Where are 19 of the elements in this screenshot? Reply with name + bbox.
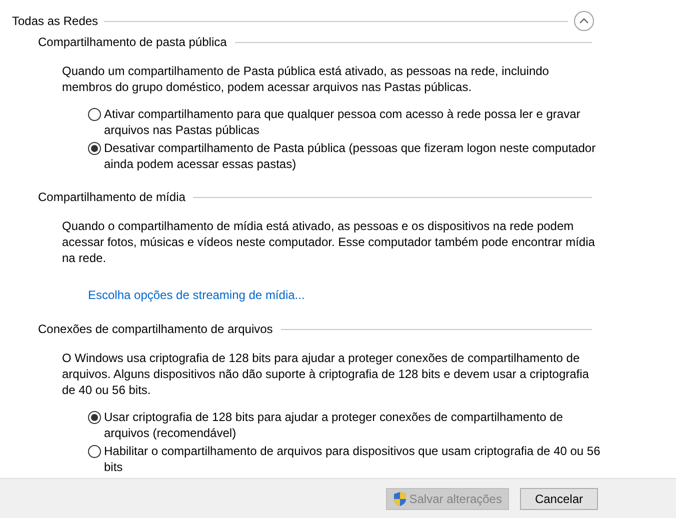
- section-heading: Compartilhamento de mídia: [38, 189, 186, 206]
- streaming-options-link[interactable]: Escolha opções de streaming de mídia...: [88, 286, 305, 304]
- group-title: Todas as Redes: [12, 13, 98, 30]
- section-heading: Compartilhamento de pasta pública: [38, 34, 227, 51]
- description-text: Quando o compartilhamento de mídia está ativado, as pessoas e os dispositivos na rede podem acessar fotos, músicas e vídeos neste computador. Esse computador também pode encontrar mídia na rede.: [62, 218, 596, 266]
- section-heading: Conexões de compartilhamento de arquivos: [38, 321, 273, 338]
- option-label[interactable]: Ativar compartilhamento para que qualquer pessoa com acesso à rede possa ler e gravar arquivos nas Pastas públicas: [104, 106, 604, 138]
- option-label[interactable]: Desativar compartilhamento de Pasta pública (pessoas que fizeram logon neste computador ainda podem acessar essas pastas): [104, 140, 604, 172]
- option-label[interactable]: Usar criptografia de 128 bits para ajudar a proteger conexões de compartilhamento de arquivos (recomendável): [104, 409, 604, 441]
- radio-button[interactable]: [88, 108, 101, 121]
- radio-button[interactable]: [88, 445, 101, 458]
- description-text: O Windows usa criptografia de 128 bits para ajudar a proteger conexões de compartilhamento de arquivos. Alguns dispositivos não dão suporte à criptografia de 128 bits e devem usar a criptografia de 40 ou 56 bits.: [62, 350, 590, 398]
- collapse-button[interactable]: [574, 11, 594, 31]
- chevron-up-icon: [579, 18, 589, 24]
- description-text: Quando um compartilhamento de Pasta pública está ativado, as pessoas na rede, incluindo membros do grupo doméstico, podem acessar arquivos nas Pastas públicas.: [62, 63, 550, 95]
- radio-button[interactable]: [88, 411, 101, 424]
- option-label[interactable]: Habilitar o compartilhamento de arquivos para dispositivos que usam criptografia de 40 ou 56 bits: [104, 443, 604, 475]
- radio-button[interactable]: [88, 142, 101, 155]
- dialog-button[interactable]: Cancelar: [520, 488, 598, 510]
